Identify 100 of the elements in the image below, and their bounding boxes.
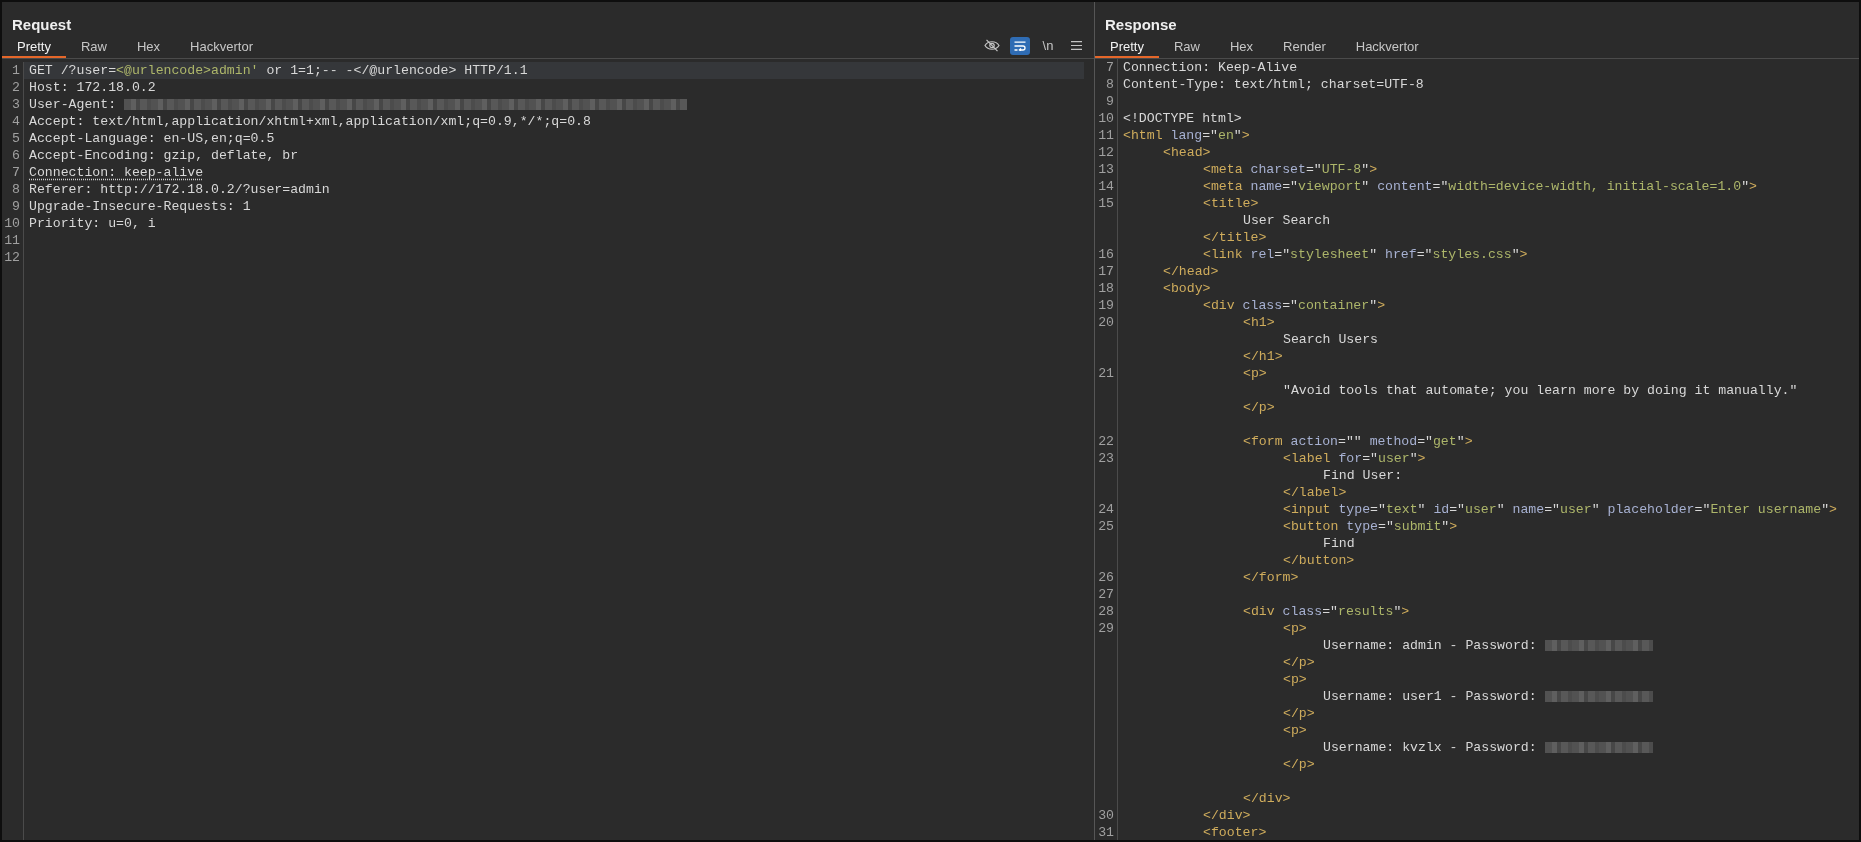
code-line: <!DOCTYPE html> [1123, 110, 1242, 127]
code-line: Connection: keep-alive [29, 164, 204, 181]
tab[interactable]: Pretty [1095, 33, 1159, 58]
line-number: 10 [4, 216, 20, 231]
pane-title: Request [12, 16, 72, 33]
code-line: <body> [1163, 280, 1211, 297]
code-line: Connection: Keep-Alive [1123, 59, 1298, 76]
code-line: Accept-Encoding: gzip, deflate, br [29, 147, 299, 164]
code-line: Find [1323, 535, 1355, 552]
tab[interactable]: Hex [1215, 33, 1269, 58]
code-line: "Avoid tools that automate; you learn more by doing it manually." [1283, 382, 1798, 399]
code-line: </label> [1283, 484, 1347, 501]
code-line: </h1> [1243, 348, 1283, 365]
code-line: <html lang="en"> [1123, 127, 1250, 144]
line-number: 5 [12, 131, 20, 146]
code-line: <h1> [1243, 314, 1275, 331]
tab[interactable]: Hex [122, 33, 176, 58]
code-line: Accept: text/html,application/xhtml+xml,application/xml;q=0.9,*/*;q=0.8 [29, 113, 591, 130]
code-line: Username: admin - Password: [1323, 637, 1538, 654]
line-number: 3 [12, 97, 20, 112]
tab[interactable]: Pretty [2, 33, 66, 58]
line-number: 31 [1098, 825, 1114, 840]
wrap-toggle-button[interactable] [1010, 36, 1030, 55]
line-number: 9 [12, 199, 20, 214]
code-line: </head> [1163, 263, 1219, 280]
line-number: 14 [1098, 179, 1114, 194]
code-line: Priority: u=0, i [29, 215, 156, 232]
code-line: Content-Type: text/html; charset=UTF-8 [1123, 76, 1424, 93]
code-line: <footer> [1203, 824, 1267, 840]
code-line: Username: user1 - Password: [1323, 688, 1538, 705]
code-line: <title> [1203, 195, 1259, 212]
code-line: <input type="text" id="user" name="user" placeholder="Enter username"> [1283, 501, 1837, 518]
code-line: <meta charset="UTF-8"> [1203, 161, 1378, 178]
line-number: 11 [1098, 128, 1114, 143]
code-line: Host: 172.18.0.2 [29, 79, 156, 96]
line-number: 6 [12, 148, 20, 163]
code-line: <p> [1283, 620, 1307, 637]
code-line: </div> [1243, 790, 1291, 807]
line-number: 24 [1098, 502, 1114, 517]
code-line: </p> [1283, 705, 1315, 722]
line-number: 12 [4, 250, 20, 265]
code-line: </title> [1203, 229, 1267, 246]
code-line: <button type="submit"> [1283, 518, 1458, 535]
line-number: 1 [12, 63, 20, 78]
newline-toggle-button[interactable]: \n [1038, 36, 1058, 55]
line-number: 26 [1098, 570, 1114, 585]
code-line: <p> [1243, 365, 1267, 382]
code-line: Username: kvzlx - Password: [1323, 739, 1538, 756]
code-line: <link rel="stylesheet" href="styles.css"> [1203, 246, 1528, 263]
line-number: 17 [1098, 264, 1114, 279]
line-number: 13 [1098, 162, 1114, 177]
line-number: 8 [1106, 77, 1114, 92]
line-number: 10 [1098, 111, 1114, 126]
code-line: </button> [1283, 552, 1355, 569]
code-line: <form action="" method="get"> [1243, 433, 1473, 450]
line-number: 9 [1106, 94, 1114, 109]
tab[interactable]: Raw [65, 33, 122, 58]
tab[interactable]: Raw [1158, 33, 1215, 58]
code-line: User-Agent: [29, 96, 118, 113]
line-number: 18 [1098, 281, 1114, 296]
line-number: 12 [1098, 145, 1114, 160]
menu-icon [1070, 41, 1082, 50]
code-line: Upgrade-Insecure-Requests: 1 [29, 198, 251, 215]
pane-title: Response [1105, 16, 1177, 33]
code-line: <p> [1283, 722, 1307, 739]
wrap-lines-icon [1014, 40, 1026, 51]
code-line: Find User: [1323, 467, 1403, 484]
line-number: 28 [1098, 604, 1114, 619]
code-line: <meta name="viewport" content="width=device-width, initial-scale=1.0"> [1203, 178, 1757, 195]
code-line: <label for="user"> [1283, 450, 1426, 467]
code-line: User Search [1243, 212, 1331, 229]
tab[interactable]: Hackvertor [1340, 33, 1434, 58]
code-line: Search Users [1283, 331, 1378, 348]
line-number: 22 [1098, 434, 1114, 449]
code-line: Referer: http://172.18.0.2/?user=admin [29, 181, 330, 198]
code-line: <head> [1163, 144, 1211, 161]
line-number: 25 [1098, 519, 1114, 534]
line-number: 27 [1098, 587, 1114, 602]
line-number: 11 [4, 233, 20, 248]
code-line: Accept-Language: en-US,en;q=0.5 [29, 130, 275, 147]
code-line: GET /?user=<@urlencode>admin' or 1=1;-- -</@urlencode> HTTP/1.1 [29, 62, 528, 79]
line-number: 4 [12, 114, 20, 129]
code-line: </p> [1283, 756, 1315, 773]
line-number: 19 [1098, 298, 1114, 313]
code-line: </p> [1243, 399, 1275, 416]
code-line: <div class="container"> [1203, 297, 1386, 314]
line-number: 20 [1098, 315, 1114, 330]
line-number: 7 [12, 165, 20, 180]
code-line: </div> [1203, 807, 1251, 824]
line-number: 16 [1098, 247, 1114, 262]
line-number: 8 [12, 182, 20, 197]
tab[interactable]: Hackvertor [175, 33, 268, 58]
tab[interactable]: Render [1268, 33, 1341, 58]
code-line: </form> [1243, 569, 1299, 586]
line-number: 21 [1098, 366, 1114, 381]
code-line: </p> [1283, 654, 1315, 671]
code-line: <div class="results"> [1243, 603, 1410, 620]
code-line: <p> [1283, 671, 1307, 688]
line-number: 23 [1098, 451, 1114, 466]
eye-slash-icon [984, 39, 1000, 52]
